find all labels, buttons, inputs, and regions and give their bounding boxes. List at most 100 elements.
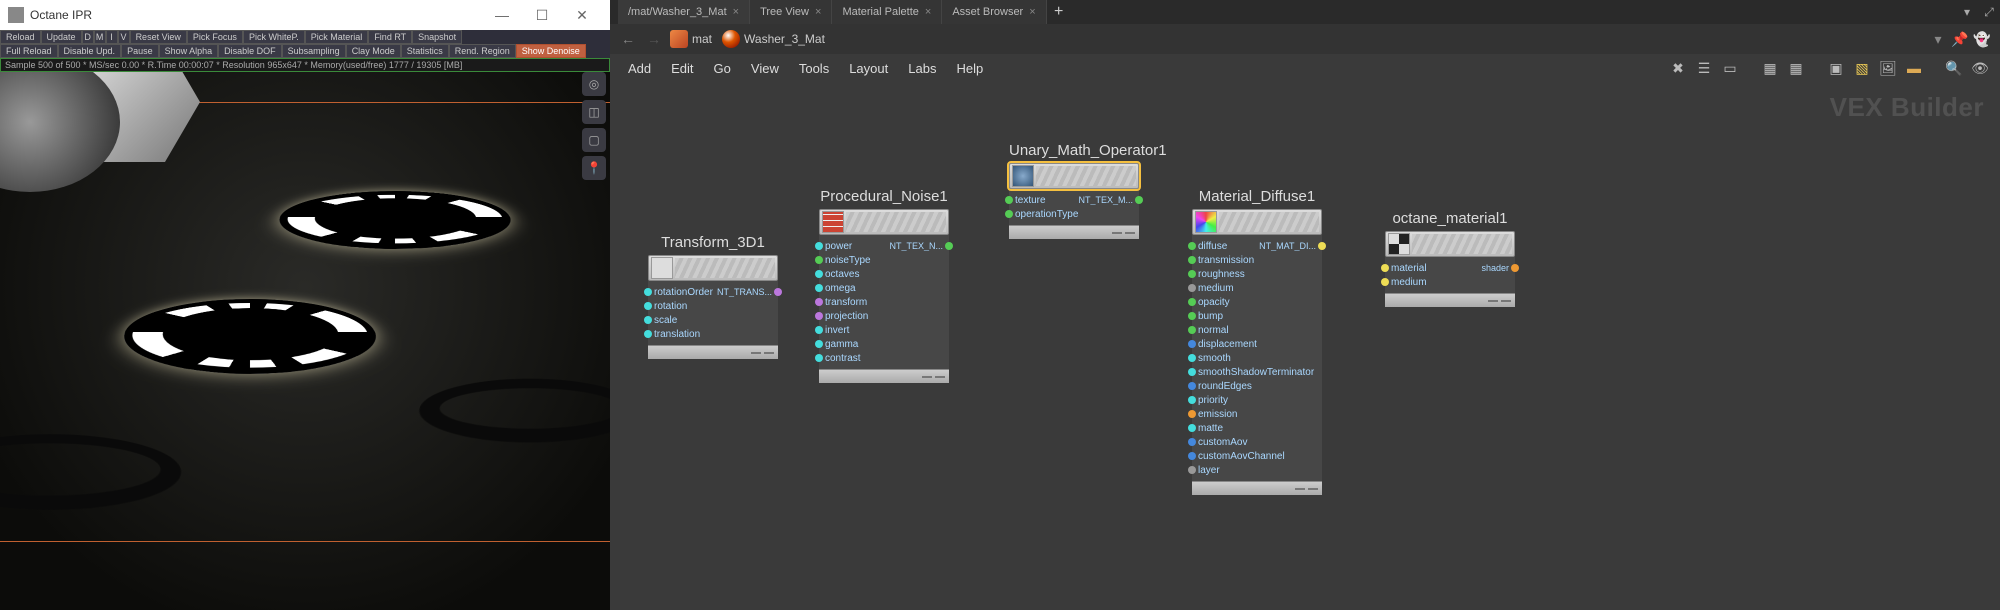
toolbar-btn-subsampling[interactable]: Subsampling (282, 44, 346, 58)
toolbar-btn-pick-whitep-[interactable]: Pick WhiteP. (243, 30, 305, 44)
menu-tools[interactable]: Tools (789, 57, 839, 80)
output-port-icon[interactable] (774, 288, 782, 296)
input-port-icon[interactable] (1005, 210, 1013, 218)
input-port-icon[interactable] (1188, 298, 1196, 306)
input-port-icon[interactable] (644, 302, 652, 310)
node-port-translation[interactable]: translation (648, 327, 778, 341)
path-segment-Washer_3_Mat[interactable]: Washer_3_Mat (722, 30, 825, 48)
node-port-octaves[interactable]: octaves (819, 267, 949, 281)
node-procedural-noise1[interactable]: Procedural_Noise1powerNT_TEX_N...noiseTy… (819, 188, 949, 383)
toolbar-btn-reset-view[interactable]: Reset View (130, 30, 187, 44)
input-port-icon[interactable] (1188, 256, 1196, 264)
node-port-smoothShadowTerminator[interactable]: smoothShadowTerminator (1192, 365, 1322, 379)
node-port-invert[interactable]: invert (819, 323, 949, 337)
search-icon[interactable]: 🔍 (1942, 56, 1966, 80)
input-port-icon[interactable] (1188, 382, 1196, 390)
toolbar-btn-pick-material[interactable]: Pick Material (305, 30, 369, 44)
node-port-layer[interactable]: layer (1192, 463, 1322, 477)
grid-color-icon[interactable]: ▦ (1758, 56, 1782, 80)
input-port-icon[interactable] (1188, 466, 1196, 474)
path-segment-mat[interactable]: mat (670, 30, 712, 48)
close-icon[interactable]: × (1029, 6, 1035, 18)
toolbar-btn-v[interactable]: V (118, 30, 130, 44)
tab--mat-washer_3_mat[interactable]: /mat/Washer_3_Mat× (618, 0, 750, 24)
menu-labs[interactable]: Labs (898, 57, 946, 80)
input-port-icon[interactable] (1188, 396, 1196, 404)
node-header[interactable] (1009, 163, 1139, 189)
toolbar-btn-d[interactable]: D (82, 30, 94, 44)
node-port-emission[interactable]: emission (1192, 407, 1322, 421)
tab-menu-icon[interactable]: ▾ (1956, 0, 1978, 24)
target-icon[interactable]: ◎ (582, 72, 606, 96)
output-port-icon[interactable] (1511, 264, 1519, 272)
node-port-gamma[interactable]: gamma (819, 337, 949, 351)
input-port-icon[interactable] (815, 312, 823, 320)
toolbar-btn-snapshot[interactable]: Snapshot (412, 30, 462, 44)
tab-asset-browser[interactable]: Asset Browser× (942, 0, 1046, 24)
toolbar-btn-show-alpha[interactable]: Show Alpha (159, 44, 219, 58)
node-port-contrast[interactable]: contrast (819, 351, 949, 365)
panel-icon[interactable]: ▭ (1718, 56, 1742, 80)
node-unary-math-operator1[interactable]: Unary_Math_Operator1textureNT_TEX_M...op… (1009, 142, 1139, 239)
input-port-icon[interactable] (1005, 196, 1013, 204)
toolbar-btn-rend-region[interactable]: Rend. Region (449, 44, 516, 58)
toolbar-btn-pause[interactable]: Pause (121, 44, 159, 58)
output-port-icon[interactable] (945, 242, 953, 250)
list-icon[interactable]: ☰ (1692, 56, 1716, 80)
input-port-icon[interactable] (815, 298, 823, 306)
node-drag-handle[interactable] (846, 212, 946, 232)
input-port-icon[interactable] (1188, 354, 1196, 362)
input-port-icon[interactable] (815, 270, 823, 278)
node-port-smooth[interactable]: smooth (1192, 351, 1322, 365)
node-port-noiseType[interactable]: noiseType (819, 253, 949, 267)
toolbar-btn-show-denoise[interactable]: Show Denoise (516, 44, 586, 58)
menu-edit[interactable]: Edit (661, 57, 703, 80)
square-icon[interactable]: ▢ (582, 128, 606, 152)
input-port-icon[interactable] (1188, 270, 1196, 278)
node-port-transmission[interactable]: transmission (1192, 253, 1322, 267)
image-add-icon[interactable]: 🖼 (1876, 56, 1900, 80)
toolbar-btn-disable-upd-[interactable]: Disable Upd. (58, 44, 122, 58)
render-viewport[interactable] (0, 72, 610, 610)
tab-tree-view[interactable]: Tree View× (750, 0, 832, 24)
input-port-icon[interactable] (644, 316, 652, 324)
toolbar-btn-i[interactable]: I (106, 30, 118, 44)
toolbar-btn-disable-dof[interactable]: Disable DOF (218, 44, 282, 58)
node-port-material[interactable]: materialshader (1385, 261, 1515, 275)
input-port-icon[interactable] (1381, 264, 1389, 272)
input-port-icon[interactable] (1188, 438, 1196, 446)
input-port-icon[interactable] (644, 288, 652, 296)
node-canvas[interactable]: VEX Builder Transform_3D1rotationOrderNT… (610, 82, 2000, 610)
toolbar-btn-full-reload[interactable]: Full Reload (0, 44, 58, 58)
input-port-icon[interactable] (1188, 424, 1196, 432)
input-port-icon[interactable] (1188, 368, 1196, 376)
toolbar-btn-reload[interactable]: Reload (0, 30, 41, 44)
menu-go[interactable]: Go (704, 57, 741, 80)
node-port-diffuse[interactable]: diffuseNT_MAT_DI... (1192, 239, 1322, 253)
node-port-customAovChannel[interactable]: customAovChannel (1192, 449, 1322, 463)
node-port-matte[interactable]: matte (1192, 421, 1322, 435)
wrench-icon[interactable]: ✖ (1666, 56, 1690, 80)
input-port-icon[interactable] (1188, 284, 1196, 292)
node-port-omega[interactable]: omega (819, 281, 949, 295)
node-port-rotationOrder[interactable]: rotationOrderNT_TRANS... (648, 285, 778, 299)
minimize-button[interactable]: — (482, 0, 522, 30)
input-port-icon[interactable] (815, 326, 823, 334)
nav-back-button[interactable]: ← (618, 29, 638, 49)
node-port-power[interactable]: powerNT_TEX_N... (819, 239, 949, 253)
input-port-icon[interactable] (1188, 326, 1196, 334)
folder-icon[interactable]: ▬ (1902, 56, 1926, 80)
menu-help[interactable]: Help (946, 57, 993, 80)
new-tab-button[interactable]: + (1047, 0, 1071, 24)
output-port-icon[interactable] (1135, 196, 1143, 204)
node-port-projection[interactable]: projection (819, 309, 949, 323)
node-header[interactable] (648, 255, 778, 281)
menu-layout[interactable]: Layout (839, 57, 898, 80)
input-port-icon[interactable] (815, 354, 823, 362)
pin-icon[interactable]: 📍 (582, 156, 606, 180)
node-transform-3d1[interactable]: Transform_3D1rotationOrderNT_TRANS...rot… (648, 234, 778, 359)
ghost-icon[interactable]: 👻 (1972, 29, 1992, 49)
node-material-diffuse1[interactable]: Material_Diffuse1diffuseNT_MAT_DI...tran… (1192, 188, 1322, 495)
input-port-icon[interactable] (815, 340, 823, 348)
node-drag-handle[interactable] (675, 258, 775, 278)
